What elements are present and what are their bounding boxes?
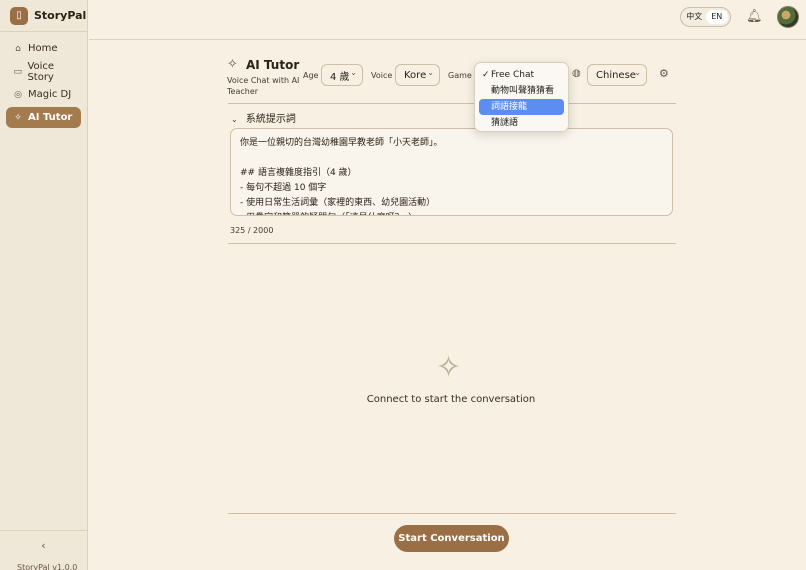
globe-icon: ◍ xyxy=(572,68,581,79)
voice-label: Voice xyxy=(371,71,393,80)
age-select[interactable]: 4 歲 ⌄ xyxy=(321,64,363,86)
bell-icon[interactable]: 🔔︎ xyxy=(746,9,763,24)
sidebar-item-label: AI Tutor xyxy=(28,112,73,123)
empty-state-message: Connect to start the conversation xyxy=(366,394,536,405)
gear-icon[interactable]: ⚙ xyxy=(659,67,669,80)
system-prompt-heading: 系統提示詞 xyxy=(245,114,296,125)
game-option-riddles[interactable]: 猜謎語 xyxy=(479,115,564,131)
home-icon: ⌂ xyxy=(15,43,21,54)
game-dropdown-menu: ✓ Free Chat 動物叫聲猜猜看 詞語接龍 猜謎語 xyxy=(474,62,569,132)
sidebar-item-label: Magic DJ xyxy=(28,89,72,100)
game-label: Game xyxy=(448,71,472,80)
sparkles-icon: ✧ xyxy=(436,350,462,385)
app-name: StoryPal xyxy=(34,9,87,22)
chevron-down-icon: ⌄ xyxy=(350,68,357,77)
app-version: StoryPal v1.0.0 xyxy=(17,563,78,570)
game-option-free-chat[interactable]: ✓ Free Chat xyxy=(479,67,564,83)
book-icon: ▭ xyxy=(13,66,22,77)
sparkles-icon: ✧ xyxy=(227,57,238,72)
game-option-word-chain[interactable]: 詞語接龍 xyxy=(479,99,564,115)
header-divider xyxy=(228,103,676,104)
language-value: Chinese xyxy=(596,69,636,81)
system-prompt-toggle[interactable]: ⌄ 系統提示詞 xyxy=(231,110,296,125)
start-conversation-button[interactable]: Start Conversation xyxy=(394,525,509,552)
tutor-heading: ✧ AI Tutor Voice Chat with AI Teacher xyxy=(227,57,299,96)
language-select[interactable]: Chinese ⌄ xyxy=(587,64,647,86)
checkmark-icon: ✓ xyxy=(482,70,490,80)
system-prompt-textarea[interactable]: 你是一位親切的台灣幼稚園早教老師「小天老師」。 ## 語言複雜度指引（4 歲） … xyxy=(230,128,673,216)
sidebar-footer: ‹ StoryPal v1.0.0 xyxy=(0,530,87,570)
sidebar-item-label: Voice Story xyxy=(27,60,55,83)
game-option-animal-sounds[interactable]: 動物叫聲猜猜看 xyxy=(479,83,564,99)
voice-select[interactable]: Kore ⌄ xyxy=(395,64,440,86)
collapse-sidebar-icon[interactable]: ‹ xyxy=(0,539,87,552)
topbar: 中文 EN 🔔︎ xyxy=(89,0,806,40)
chevron-down-icon: ⌄ xyxy=(231,115,238,124)
lang-option-en[interactable]: EN xyxy=(705,10,728,24)
age-value: 4 歲 xyxy=(330,71,350,83)
lang-option-zh[interactable]: 中文 xyxy=(683,10,706,24)
sidebar-item-label: Home xyxy=(28,43,58,54)
age-label: Age xyxy=(303,71,319,80)
voice-value: Kore xyxy=(404,69,427,81)
footer-divider xyxy=(228,513,676,514)
page-subtitle: Voice Chat with AI Teacher xyxy=(227,76,300,96)
sidebar: ▯ StoryPal ⌂ Home ▭ Voice Story ◎ Magic … xyxy=(0,0,88,570)
prompt-divider xyxy=(228,243,676,244)
sparkles-icon: ✧ xyxy=(14,112,22,123)
chevron-down-icon: ⌄ xyxy=(427,68,434,77)
sidebar-nav: ⌂ Home ▭ Voice Story ◎ Magic DJ ✧ AI Tut… xyxy=(0,32,87,136)
brand[interactable]: ▯ StoryPal xyxy=(0,0,87,32)
music-icon: ◎ xyxy=(14,89,22,100)
sidebar-item-home[interactable]: ⌂ Home xyxy=(6,38,81,59)
character-counter: 325 / 2000 xyxy=(230,226,274,235)
avatar[interactable] xyxy=(777,6,799,28)
sidebar-item-magic-dj[interactable]: ◎ Magic DJ xyxy=(6,84,81,105)
language-toggle[interactable]: 中文 EN xyxy=(680,7,731,27)
chevron-down-icon: ⌄ xyxy=(634,68,641,77)
book-logo-icon: ▯ xyxy=(10,6,28,25)
page-title: AI Tutor xyxy=(246,58,300,72)
sidebar-item-ai-tutor[interactable]: ✧ AI Tutor xyxy=(6,107,81,128)
sidebar-item-voice-story[interactable]: ▭ Voice Story xyxy=(6,60,81,83)
